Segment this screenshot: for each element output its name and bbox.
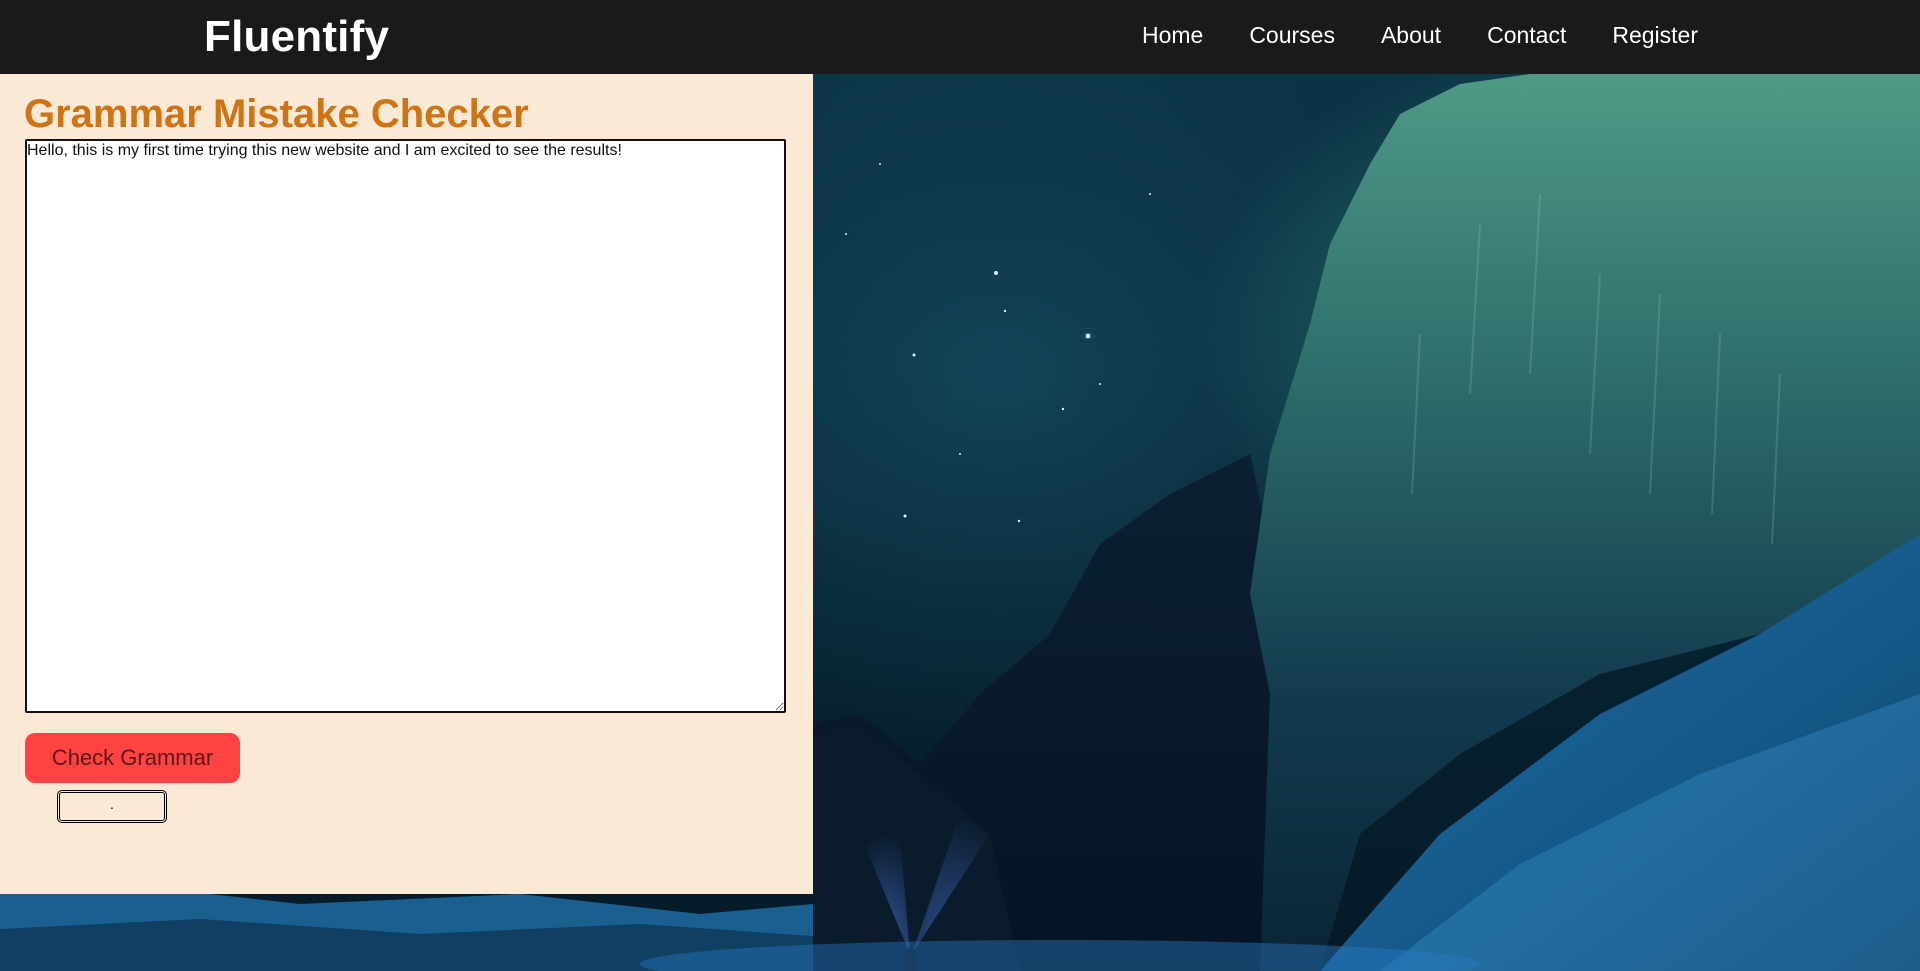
grammar-result-output: .: [57, 790, 167, 823]
nav-link-contact[interactable]: Contact: [1487, 22, 1566, 49]
nav-links: Home Courses About Contact Register: [1142, 22, 1698, 49]
grammar-text-input[interactable]: Hello, this is my first time trying this…: [25, 139, 786, 713]
nav-link-courses[interactable]: Courses: [1249, 22, 1335, 49]
brand-logo[interactable]: Fluentify: [204, 12, 389, 62]
check-grammar-button[interactable]: Check Grammar: [25, 733, 240, 783]
nav-link-register[interactable]: Register: [1612, 22, 1698, 49]
grammar-checker-panel: Grammar Mistake Checker Hello, this is m…: [0, 74, 813, 894]
nav-link-about[interactable]: About: [1381, 22, 1441, 49]
top-navbar: Fluentify Home Courses About Contact Reg…: [0, 0, 1920, 74]
nav-link-home[interactable]: Home: [1142, 22, 1203, 49]
page-title: Grammar Mistake Checker: [24, 92, 529, 136]
